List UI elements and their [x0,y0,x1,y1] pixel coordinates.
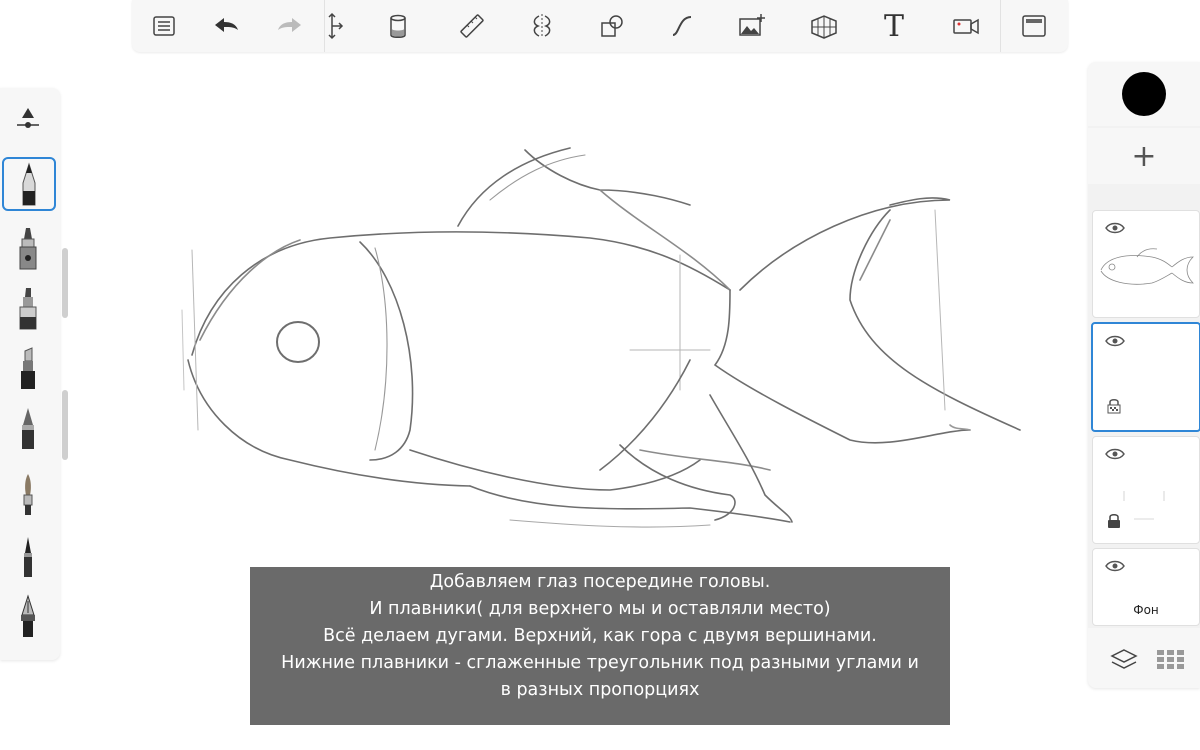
transform-icon[interactable] [314,8,350,44]
brush-palette-scroll-handle[interactable] [62,390,68,460]
fountain-pen-brush-icon[interactable] [4,590,52,642]
layer-thumbnail-3[interactable] [1092,436,1200,544]
marker-brush-icon[interactable] [4,282,52,334]
toolbar-divider [1000,0,1001,52]
paint-bucket-icon[interactable] [380,8,416,44]
layers-panel-footer [1088,628,1200,688]
alpha-lock-icon[interactable] [1107,398,1121,414]
caption-line: Нижние плавники - сглаженные треугольник… [281,653,919,673]
curve-icon[interactable] [664,8,700,44]
top-toolbar: T [132,0,1068,52]
layers-icon[interactable] [1110,648,1138,672]
layer-thumbnail-sketch[interactable] [1092,210,1200,318]
perspective-grid-icon[interactable] [806,8,842,44]
layer-thumbnail-active[interactable] [1091,322,1200,432]
undo-icon[interactable] [208,8,244,44]
current-color-swatch[interactable] [1122,72,1166,116]
brush-palette [0,88,60,660]
paintbrush-brush-icon[interactable] [4,468,52,520]
color-picker-cell [1088,62,1200,126]
drawing-canvas[interactable] [170,130,1040,550]
ruler-icon[interactable] [454,8,490,44]
text-icon[interactable]: T [876,8,912,44]
airbrush-brush-icon[interactable] [4,222,52,274]
caption-line: Добавляем глаз посередине головы. [429,572,771,592]
pencil-brush-icon[interactable] [2,157,56,211]
eye-icon[interactable] [1105,221,1125,235]
chisel-marker-brush-icon[interactable] [4,342,52,394]
layer-preview-fish [1100,248,1194,285]
shapes-icon[interactable] [594,8,630,44]
toolbar-divider [324,0,325,52]
text-icon-glyph: T [883,8,904,44]
grid-view-icon[interactable] [1156,648,1186,672]
layer-thumbnail-background[interactable]: Фон [1092,548,1200,626]
instruction-caption: Добавляем глаз посередине головы. И плав… [250,567,950,725]
caption-line: И плавники( для верхнего мы и оставляли … [369,599,831,619]
brush-size-slider-icon[interactable] [4,92,52,144]
symmetry-icon[interactable] [524,8,560,44]
add-layer-plus-icon: + [1131,138,1157,174]
redo-icon[interactable] [272,8,308,44]
layers-panel: + Фон [1088,62,1200,688]
background-layer-label: Фон [1133,603,1159,617]
eye-icon[interactable] [1105,334,1125,348]
eye-icon[interactable] [1105,559,1125,573]
time-lapse-icon[interactable] [948,8,984,44]
eye-icon[interactable] [1105,447,1125,461]
layer-preview-dots [1123,491,1165,520]
brush-palette-scroll-handle[interactable] [62,248,68,318]
caption-line: в разных пропорциях [500,680,700,700]
ballpoint-pen-brush-icon[interactable] [4,402,52,454]
add-layer-button[interactable]: + [1088,128,1200,184]
import-image-icon[interactable] [734,8,770,44]
ink-pen-brush-icon[interactable] [4,530,52,582]
menu-list-icon[interactable] [146,8,182,44]
caption-line: Всё делаем дугами. Верхний, как гора с д… [323,626,877,646]
fullscreen-icon[interactable] [1016,8,1052,44]
